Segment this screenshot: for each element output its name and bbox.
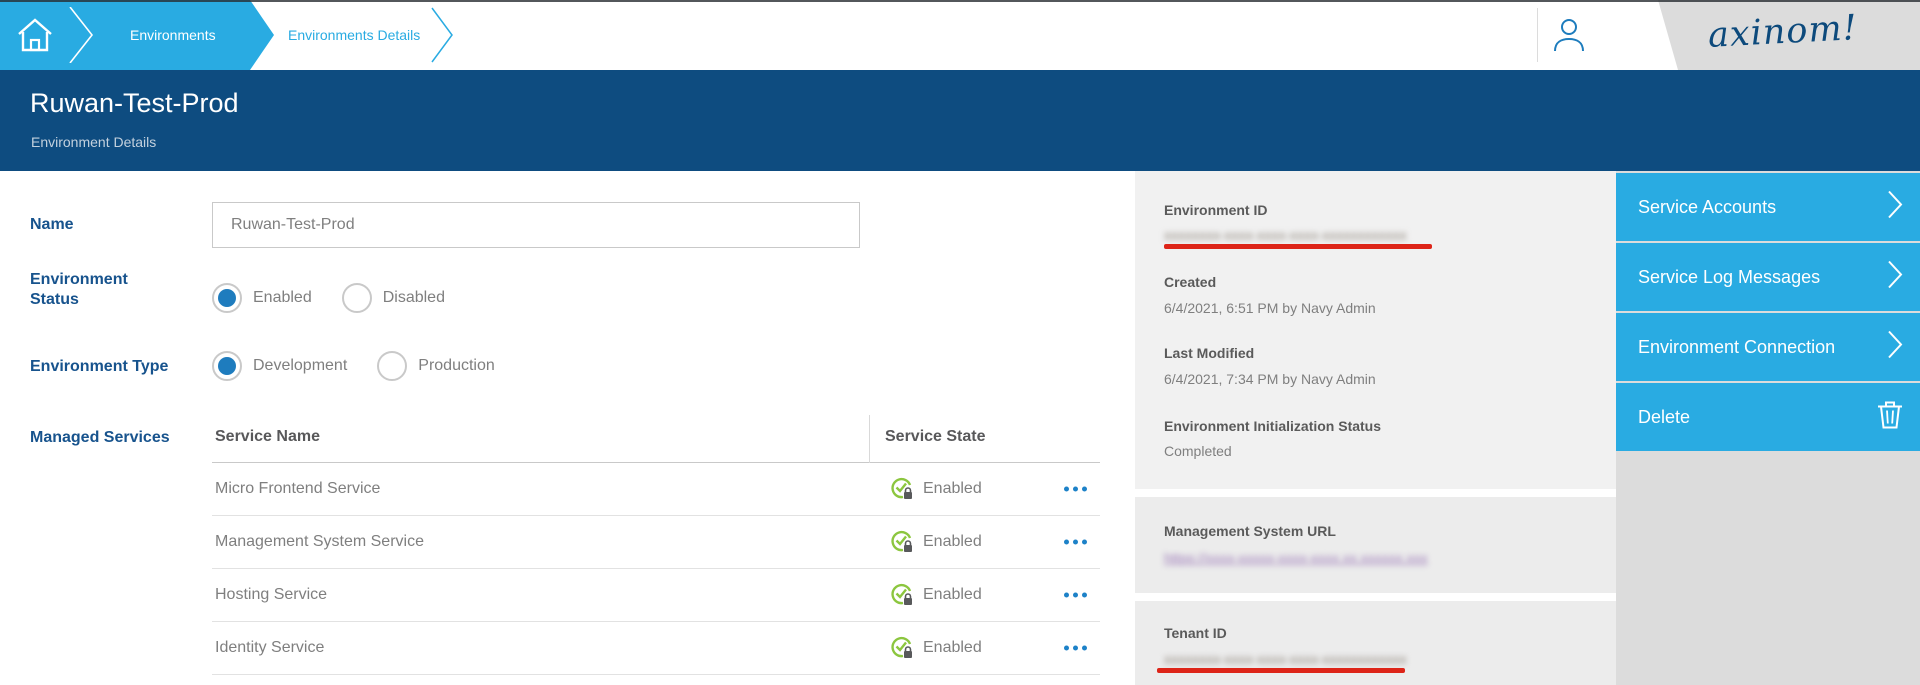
chevron-right-icon [1886, 259, 1904, 296]
environment-type-label: Environment Type [30, 357, 210, 377]
initialization-status-label: Environment Initialization Status [1164, 418, 1381, 434]
tenant-id-value: xxxxxxxx-xxxx-xxxx-xxxx-xxxxxxxxxxxx [1164, 651, 1407, 667]
service-name: Identity Service [212, 639, 324, 657]
service-state: Enabled [890, 477, 982, 501]
chevron-right-icon [1886, 329, 1904, 366]
page-header: Ruwan-Test-Prod Environment Details [0, 70, 1920, 171]
radio-selected-dot [218, 289, 236, 307]
environment-status-radio-group: Enabled Disabled [212, 283, 475, 313]
row-actions-menu-icon[interactable] [1060, 587, 1091, 604]
tenant-id-label: Tenant ID [1164, 625, 1227, 641]
managed-services-table: Service Name Service State Micro Fronten… [212, 412, 1100, 675]
radio-selected-dot [218, 357, 236, 375]
environment-id-label: Environment ID [1164, 202, 1267, 218]
breadcrumb-separator-chevron-icon [68, 7, 96, 68]
service-state: Enabled [890, 530, 982, 554]
annotation-red-underline [1157, 668, 1405, 673]
details-block-main: Environment ID xxxxxxxx-xxxx-xxxx-xxxx-x… [1135, 171, 1616, 489]
trash-icon [1876, 399, 1904, 436]
service-state: Enabled [890, 583, 982, 607]
initialization-status-value: Completed [1164, 443, 1232, 459]
service-state: Enabled [890, 636, 982, 660]
row-actions-menu-icon[interactable] [1060, 481, 1091, 498]
environment-id-value: xxxxxxxx-xxxx-xxxx-xxxx-xxxxxxxxxxxx [1164, 227, 1407, 243]
table-row: Management System Service Enabled [212, 516, 1100, 569]
annotation-red-underline [1164, 244, 1432, 249]
managed-services-label: Managed Services [30, 428, 170, 448]
last-modified-label: Last Modified [1164, 345, 1254, 361]
name-label: Name [30, 215, 74, 235]
radio-development[interactable] [212, 351, 242, 381]
service-state-text: Enabled [923, 586, 982, 604]
environment-details-page: Environments Environments Details axinom… [0, 0, 1920, 685]
enabled-lock-icon [890, 530, 914, 554]
row-actions-menu-icon[interactable] [1060, 534, 1091, 551]
user-account-icon[interactable] [1550, 16, 1588, 59]
delete-button-label: Delete [1638, 407, 1690, 428]
service-name: Management System Service [212, 533, 424, 551]
service-name: Micro Frontend Service [212, 480, 380, 498]
page-title: Ruwan-Test-Prod [30, 88, 239, 119]
management-system-url-label: Management System URL [1164, 523, 1336, 539]
axinom-logo: axinom! [1650, 0, 1920, 70]
service-state-text: Enabled [923, 639, 982, 657]
created-value: 6/4/2021, 6:51 PM by Navy Admin [1164, 300, 1376, 316]
window-top-edge [0, 0, 1920, 2]
enabled-lock-icon [890, 636, 914, 660]
table-row: Identity Service Enabled [212, 622, 1100, 675]
service-state-text: Enabled [923, 480, 982, 498]
management-system-url-link[interactable]: https://xxxx-xxxxx-xxxx-xxxx.xx.xxxxxx.x… [1164, 550, 1428, 566]
topbar-divider [1537, 8, 1538, 62]
radio-production-label: Production [418, 357, 495, 375]
column-header-service-name: Service Name [215, 428, 320, 446]
radio-disabled-label: Disabled [383, 289, 445, 307]
breadcrumb-item-environments[interactable]: Environments [130, 27, 216, 43]
service-name: Hosting Service [212, 586, 327, 604]
radio-disabled[interactable] [342, 283, 372, 313]
service-log-messages-button[interactable]: Service Log Messages [1616, 243, 1920, 311]
environment-connection-button[interactable]: Environment Connection [1616, 313, 1920, 381]
service-log-messages-button-label: Service Log Messages [1638, 267, 1820, 288]
radio-enabled[interactable] [212, 283, 242, 313]
name-input[interactable] [212, 202, 860, 248]
environment-form: Name Environment Status Enabled Disabled… [0, 171, 1135, 685]
environment-connection-button-label: Environment Connection [1638, 337, 1835, 358]
details-panel: Environment ID xxxxxxxx-xxxx-xxxx-xxxx-x… [1135, 171, 1616, 685]
radio-development-label: Development [253, 357, 347, 375]
service-state-text: Enabled [923, 533, 982, 551]
last-modified-value: 6/4/2021, 7:34 PM by Navy Admin [1164, 371, 1376, 387]
enabled-lock-icon [890, 583, 914, 607]
radio-enabled-label: Enabled [253, 289, 312, 307]
breadcrumb-bar: Environments Environments Details axinom… [0, 0, 1920, 70]
chevron-right-icon [1886, 189, 1904, 226]
table-row: Micro Frontend Service Enabled [212, 463, 1100, 516]
breadcrumb-outline-chevron-icon [430, 6, 456, 69]
details-block-tenant: Tenant ID xxxxxxxx-xxxx-xxxx-xxxx-xxxxxx… [1135, 601, 1616, 685]
environment-status-label: Environment Status [30, 270, 150, 310]
created-label: Created [1164, 274, 1216, 290]
table-header-row: Service Name Service State [212, 412, 1100, 463]
column-divider [869, 415, 870, 463]
service-accounts-button-label: Service Accounts [1638, 197, 1776, 218]
table-row: Hosting Service Enabled [212, 569, 1100, 622]
axinom-logo-text: axinom! [1707, 8, 1859, 56]
details-block-url: Management System URL https://xxxx-xxxxx… [1135, 497, 1616, 593]
environment-type-radio-group: Development Production [212, 351, 525, 381]
row-actions-menu-icon[interactable] [1060, 640, 1091, 657]
service-accounts-button[interactable]: Service Accounts [1616, 173, 1920, 241]
home-icon[interactable] [15, 16, 55, 59]
enabled-lock-icon [890, 477, 914, 501]
actions-panel: Service Accounts Service Log Messages En… [1616, 171, 1920, 685]
delete-button[interactable]: Delete [1616, 383, 1920, 451]
breadcrumb-item-environments-details[interactable]: Environments Details [288, 27, 420, 43]
page-subtitle: Environment Details [31, 134, 156, 150]
column-header-service-state: Service State [885, 428, 986, 446]
radio-production[interactable] [377, 351, 407, 381]
